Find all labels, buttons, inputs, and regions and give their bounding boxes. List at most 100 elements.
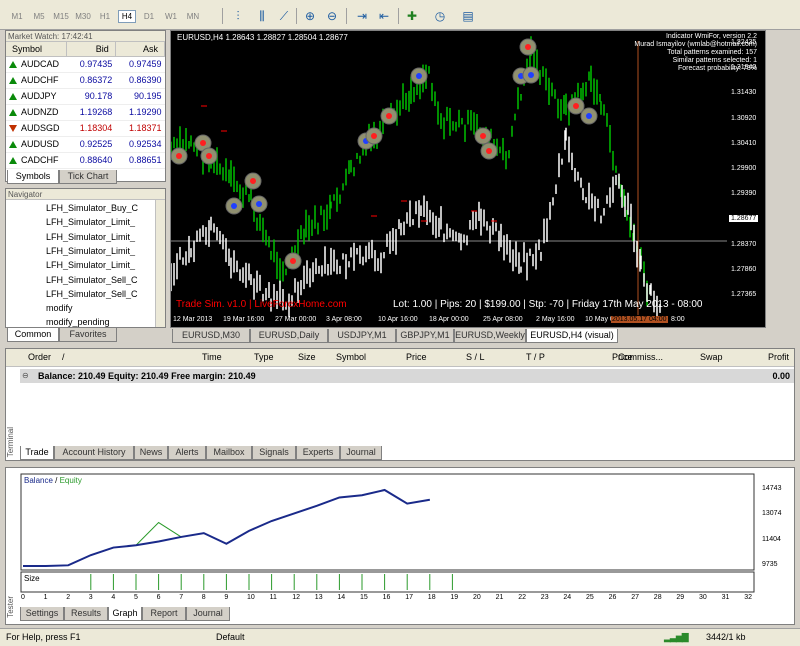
line-chart-icon[interactable]: ⟋ (274, 6, 294, 26)
chart-tab[interactable]: EURUSD,H4 (visual) (526, 329, 618, 343)
navigator-item[interactable]: LFH_Simulator_Sell_C (46, 275, 156, 285)
balance-text: Balance: 210.49 Equity: 210.49 Free marg… (38, 371, 256, 381)
market-watch-table: Symbol Bid Ask AUDCAD 0.97435 0.97459 AUDCH… (6, 42, 166, 169)
terminal-column-header[interactable]: Commiss... (618, 352, 663, 362)
column-header[interactable]: Bid (66, 42, 116, 57)
date-tick: 25 Apr 08:00 (483, 316, 523, 323)
collapse-icon[interactable]: ⊖ (22, 371, 29, 380)
navigator-item[interactable]: LFH_Simulator_Sell_C (46, 289, 156, 299)
terminal-column-header[interactable]: Size (298, 352, 316, 362)
column-header[interactable]: Ask (115, 42, 166, 57)
tab-tick-chart[interactable]: Tick Chart (59, 170, 117, 184)
terminal-column-header[interactable]: Order (28, 352, 51, 362)
pattern-dot (525, 44, 531, 50)
templates-icon[interactable]: ▤ (458, 6, 478, 26)
navigator-item[interactable]: LFH_Simulator_Limit_ (46, 246, 156, 256)
navigator-scrollbar[interactable] (155, 200, 165, 327)
y-tick: 13074 (762, 510, 782, 518)
terminal-column-header[interactable]: T / P (526, 352, 545, 362)
x-tick: 26 (608, 594, 617, 601)
tester-tab[interactable]: Settings (20, 607, 64, 621)
navigator-item[interactable]: LFH_Simulator_Limit_ (46, 232, 156, 242)
autoscroll-icon[interactable]: ⇤ (374, 6, 394, 26)
timeframe-m5[interactable]: M5 (30, 10, 48, 23)
candlestick-icon[interactable]: ⫼ (252, 6, 272, 26)
timeframe-m30[interactable]: M30 (74, 10, 92, 23)
pattern-dot (486, 148, 492, 154)
tester-tab[interactable]: Results (64, 607, 108, 621)
terminal-tab[interactable]: Alerts (168, 446, 206, 460)
x-tick: 7 (179, 594, 184, 601)
periods-clock-icon[interactable]: ◷ (430, 6, 450, 26)
quote-row[interactable]: AUDJPY 90.178 90.195 (6, 88, 165, 105)
tester-tab[interactable]: Journal (186, 607, 230, 621)
quote-row[interactable]: AUDCAD 0.97435 0.97459 (6, 56, 165, 73)
chart-canvas[interactable] (170, 31, 765, 327)
ask-cell: 90.195 (115, 88, 165, 105)
separator (222, 8, 223, 24)
timeframe-w1[interactable]: W1 (162, 10, 180, 23)
terminal-column-header[interactable]: Swap (700, 352, 723, 362)
navigator-item[interactable]: LFH_Simulator_Limit_ (46, 217, 156, 227)
pattern-dot (586, 113, 592, 119)
zoom-out-icon[interactable]: ⊖ (322, 6, 342, 26)
chart-tab[interactable]: EURUSD,Daily (250, 329, 328, 343)
symbol-name: AUDCHF (21, 75, 59, 85)
tester-tab[interactable]: Report (142, 607, 186, 621)
x-tick: 13 (314, 594, 323, 601)
quote-row[interactable]: AUDUSD 0.92525 0.92534 (6, 136, 165, 153)
terminal-tab[interactable]: Trade (20, 446, 54, 460)
x-tick: 32 (744, 594, 752, 601)
x-tick: 25 (586, 594, 594, 601)
quote-row[interactable]: AUDNZD 1.19268 1.19290 (6, 104, 165, 121)
quote-row[interactable]: CADCHF 0.88640 0.88651 (6, 152, 165, 169)
tab-favorites[interactable]: Favorites (59, 328, 117, 342)
legend-separator: / (52, 476, 60, 485)
zoom-in-icon[interactable]: ⊕ (300, 6, 320, 26)
tab-common[interactable]: Common (7, 328, 59, 342)
price-chart[interactable]: EURUSD,H4 1.28643 1.28827 1.28504 1.2867… (170, 30, 766, 328)
terminal-column-header[interactable]: Type (254, 352, 274, 362)
navigator-item[interactable]: modify_pending (46, 317, 156, 327)
terminal-tab[interactable]: Experts (296, 446, 340, 460)
tester-tab[interactable]: Graph (108, 607, 142, 621)
terminal-tab[interactable]: Account History (54, 446, 134, 460)
terminal-column-header[interactable]: Symbol (336, 352, 366, 362)
quote-row[interactable]: AUDCHF 0.86372 0.86390 (6, 72, 165, 89)
timeframe-m1[interactable]: M1 (8, 10, 26, 23)
x-tick: 18 (427, 594, 436, 601)
terminal-tab[interactable]: Signals (252, 446, 296, 460)
terminal-column-header[interactable]: / (62, 352, 65, 362)
chart-tab[interactable]: GBPJPY,M1 (396, 329, 454, 343)
timeframe-m15[interactable]: M15 (52, 10, 70, 23)
terminal-column-header[interactable]: S / L (466, 352, 485, 362)
terminal-column-header[interactable]: Price (406, 352, 427, 362)
timeframe-d1[interactable]: D1 (140, 10, 158, 23)
navigator-item[interactable]: LFH_Simulator_Buy_C (46, 203, 156, 213)
connection-bars-icon: ▂▃▅▇ (664, 632, 689, 642)
chart-tab[interactable]: USDJPY,M1 (328, 329, 396, 343)
terminal-tab[interactable]: Mailbox (206, 446, 252, 460)
timeframe-h1[interactable]: H1 (96, 10, 114, 23)
chart-tab[interactable]: EURUSD,M30 (172, 329, 250, 343)
x-tick: 31 (721, 594, 730, 601)
chart-tabs: EURUSD,M30 EURUSD,Daily USDJPY,M1 GBPJPY,M1… (170, 329, 766, 344)
chart-tab[interactable]: EURUSD,Weekly (454, 329, 526, 343)
navigator-panel: Navigator LFH_Simulator_Buy_C LFH_Simulat… (5, 188, 166, 328)
navigator-item[interactable]: modify (46, 303, 156, 313)
terminal-tab[interactable]: Journal (340, 446, 382, 460)
navigator-item[interactable]: LFH_Simulator_Limit_ (46, 260, 156, 270)
chart-shift-icon[interactable]: ⇥ (352, 6, 372, 26)
tab-symbols[interactable]: Symbols (7, 170, 59, 184)
terminal-tab[interactable]: News (134, 446, 168, 460)
indicators-icon[interactable]: ✚ (402, 6, 422, 26)
timeframe-mn[interactable]: MN (184, 10, 202, 23)
bar-chart-icon[interactable]: ⫶ (228, 6, 248, 26)
graph-x-axis: 0 1 2 3 4 5 6 7 8 9 10 11 12 13 14 15 16 17 18 19 20 21 22 23 24… (6, 594, 794, 606)
terminal-column-header[interactable]: Time (202, 352, 222, 362)
column-header[interactable]: Symbol (6, 42, 67, 57)
arrow-up-icon (9, 77, 17, 85)
timeframe-h4[interactable]: H4 (118, 10, 136, 23)
quote-row[interactable]: AUDSGD 1.18304 1.18371 (6, 120, 165, 137)
terminal-column-header[interactable]: Profit (768, 352, 789, 362)
